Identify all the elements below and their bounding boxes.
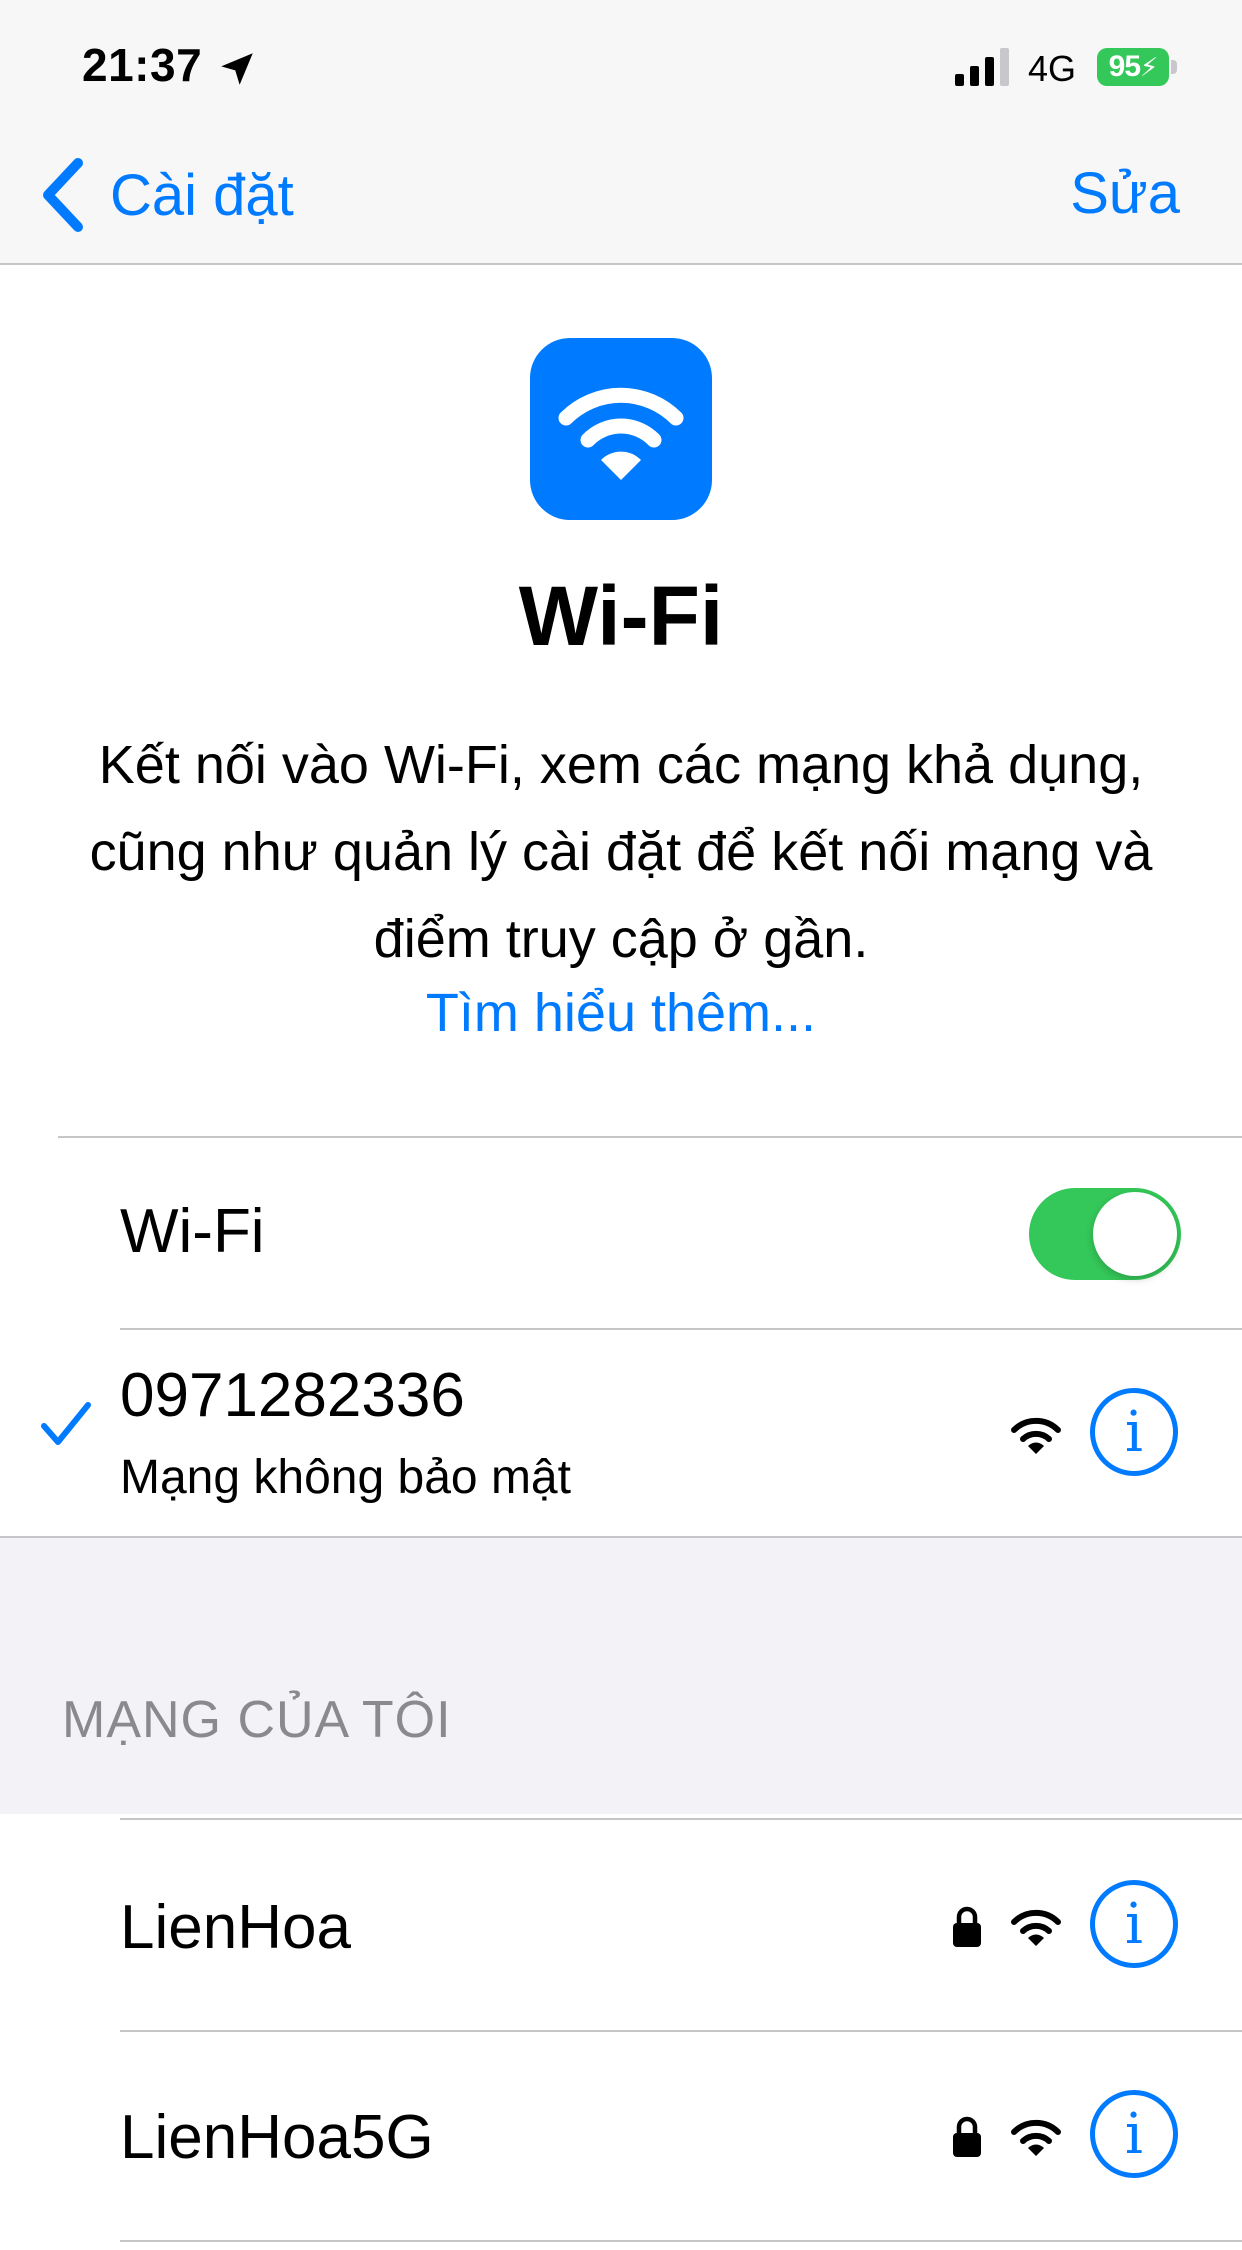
toggle-knob bbox=[1093, 1192, 1177, 1276]
status-time: 21:37 bbox=[82, 39, 203, 91]
location-arrow-icon bbox=[221, 53, 253, 85]
battery-level: 95 bbox=[1108, 50, 1141, 83]
page-title: Wi-Fi bbox=[518, 569, 724, 663]
wifi-icon bbox=[558, 387, 684, 480]
connected-network-subtitle: Mạng không bảo mật bbox=[120, 1451, 571, 1504]
lock-icon bbox=[953, 2116, 981, 2157]
chevron-left-icon bbox=[43, 158, 83, 232]
network-type: 4G bbox=[1028, 48, 1077, 89]
page-description: Kết nối vào Wi-Fi, xem các mạng khả dụng… bbox=[89, 735, 1153, 969]
connected-network-name: 0971282336 bbox=[120, 1361, 465, 1430]
battery-indicator: 95 ⚡ bbox=[1097, 48, 1177, 86]
back-label: Cài đặt bbox=[110, 162, 294, 228]
network-info-button[interactable]: i bbox=[1090, 1880, 1178, 1968]
edit-button[interactable]: Sửa bbox=[1070, 160, 1180, 227]
section-header-background bbox=[0, 1538, 1242, 1814]
divider bbox=[120, 2030, 1242, 2032]
wifi-signal-icon bbox=[1011, 2119, 1061, 2156]
cellular-signal-icon bbox=[955, 48, 1009, 86]
checkmark-icon bbox=[41, 1402, 91, 1445]
network-name: LienHoa bbox=[120, 1893, 351, 1962]
wifi-signal-icon bbox=[1011, 1417, 1061, 1454]
divider bbox=[120, 1818, 1242, 1820]
wifi-app-icon bbox=[530, 338, 712, 520]
network-name: LienHoa5G bbox=[120, 2103, 434, 2172]
lock-icon bbox=[953, 1906, 981, 1947]
wifi-toggle[interactable] bbox=[1029, 1188, 1181, 1280]
back-button[interactable]: Cài đặt bbox=[38, 150, 294, 240]
wifi-settings-screen: 21:37 4G 95 ⚡ Cài đặt Sửa Wi-Fi Kết nối … bbox=[0, 0, 1242, 2250]
network-info-button[interactable]: i bbox=[1090, 2090, 1178, 2178]
battery-cap bbox=[1171, 60, 1177, 74]
divider bbox=[120, 2240, 1242, 2242]
section-header-my-networks: MẠNG CỦA TÔI bbox=[62, 1691, 452, 1749]
wifi-toggle-label: Wi-Fi bbox=[120, 1197, 265, 1266]
learn-more-link[interactable]: Tìm hiểu thêm... bbox=[0, 982, 1242, 1044]
divider bbox=[120, 1328, 1242, 1330]
charging-bolt-icon: ⚡ bbox=[1140, 51, 1158, 82]
divider bbox=[58, 1136, 1242, 1138]
battery-body: 95 ⚡ bbox=[1097, 48, 1169, 86]
wifi-signal-icon bbox=[1011, 1909, 1061, 1946]
top-bar: 21:37 4G 95 ⚡ Cài đặt Sửa bbox=[0, 0, 1242, 265]
connected-network-info-button[interactable]: i bbox=[1090, 1388, 1178, 1476]
